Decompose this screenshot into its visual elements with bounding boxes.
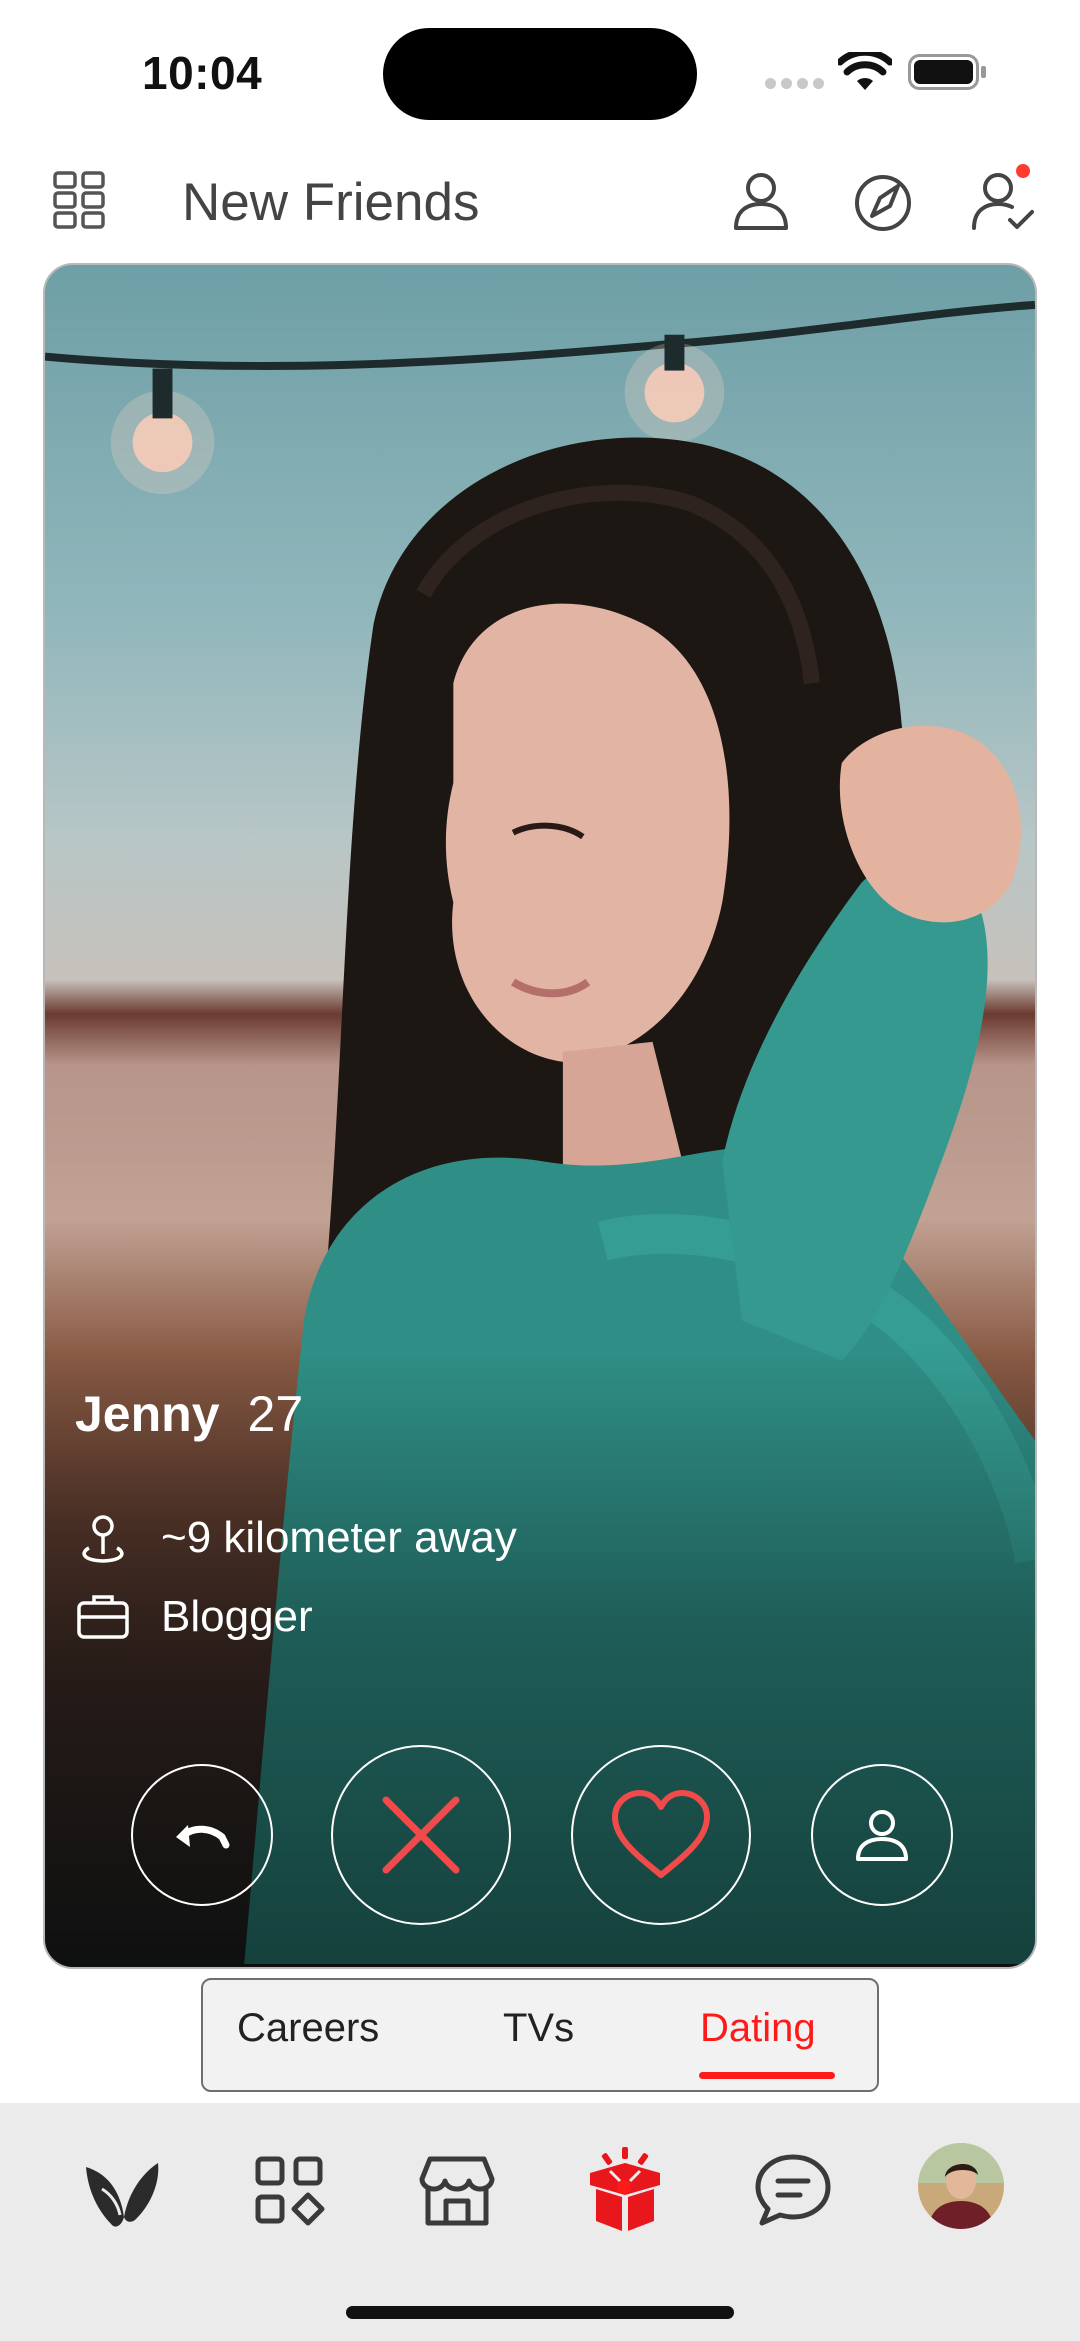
profile-name-row: Jenny 27 xyxy=(75,1385,303,1443)
active-nav-dot xyxy=(617,2180,631,2194)
view-profile-button[interactable] xyxy=(811,1764,953,1906)
occupation-text: Blogger xyxy=(161,1592,313,1641)
profile-name: Jenny xyxy=(75,1386,220,1442)
battery-icon xyxy=(908,54,986,90)
user-icon[interactable] xyxy=(728,168,794,234)
category-tabs: Careers TVs Dating xyxy=(201,1978,879,2092)
store-icon[interactable] xyxy=(412,2145,502,2235)
home-indicator xyxy=(346,2306,734,2319)
profile-card[interactable]: Jenny 27 ~9 kilometer away Blogger xyxy=(43,263,1037,1969)
briefcase-icon xyxy=(77,1595,129,1639)
tab-tvs[interactable]: TVs xyxy=(503,2006,574,2051)
location-pin-icon xyxy=(82,1515,124,1563)
tab-dating[interactable]: Dating xyxy=(700,2006,816,2051)
close-icon xyxy=(382,1796,460,1874)
wifi-icon xyxy=(838,52,892,90)
avatar[interactable] xyxy=(918,2143,1004,2229)
like-button[interactable] xyxy=(571,1745,751,1925)
status-bar: 10:04 xyxy=(0,0,1080,140)
dynamic-island xyxy=(383,28,697,120)
grid-menu-icon[interactable] xyxy=(52,170,106,230)
profile-age: 27 xyxy=(247,1386,304,1442)
occupation-row: Blogger xyxy=(75,1589,313,1645)
undo-icon xyxy=(176,1825,230,1849)
profile-icon xyxy=(856,1810,908,1861)
page-title: New Friends xyxy=(182,173,480,232)
user-check-icon[interactable] xyxy=(970,168,1036,234)
logo-icon[interactable] xyxy=(76,2145,166,2235)
notification-dot xyxy=(1016,164,1030,178)
status-time: 10:04 xyxy=(142,47,263,99)
compass-icon[interactable] xyxy=(850,168,916,234)
tab-careers[interactable]: Careers xyxy=(237,2006,379,2051)
distance-text: ~9 kilometer away xyxy=(161,1513,517,1562)
dislike-button[interactable] xyxy=(331,1745,511,1925)
undo-button[interactable] xyxy=(131,1764,273,1906)
chat-icon[interactable] xyxy=(748,2145,838,2235)
app-header: New Friends xyxy=(0,150,1080,260)
apps-icon[interactable] xyxy=(244,2145,334,2235)
active-tab-indicator xyxy=(699,2072,835,2079)
distance-row: ~9 kilometer away xyxy=(75,1510,517,1566)
cellular-signal-icon xyxy=(765,78,825,90)
heart-icon xyxy=(612,1790,710,1878)
